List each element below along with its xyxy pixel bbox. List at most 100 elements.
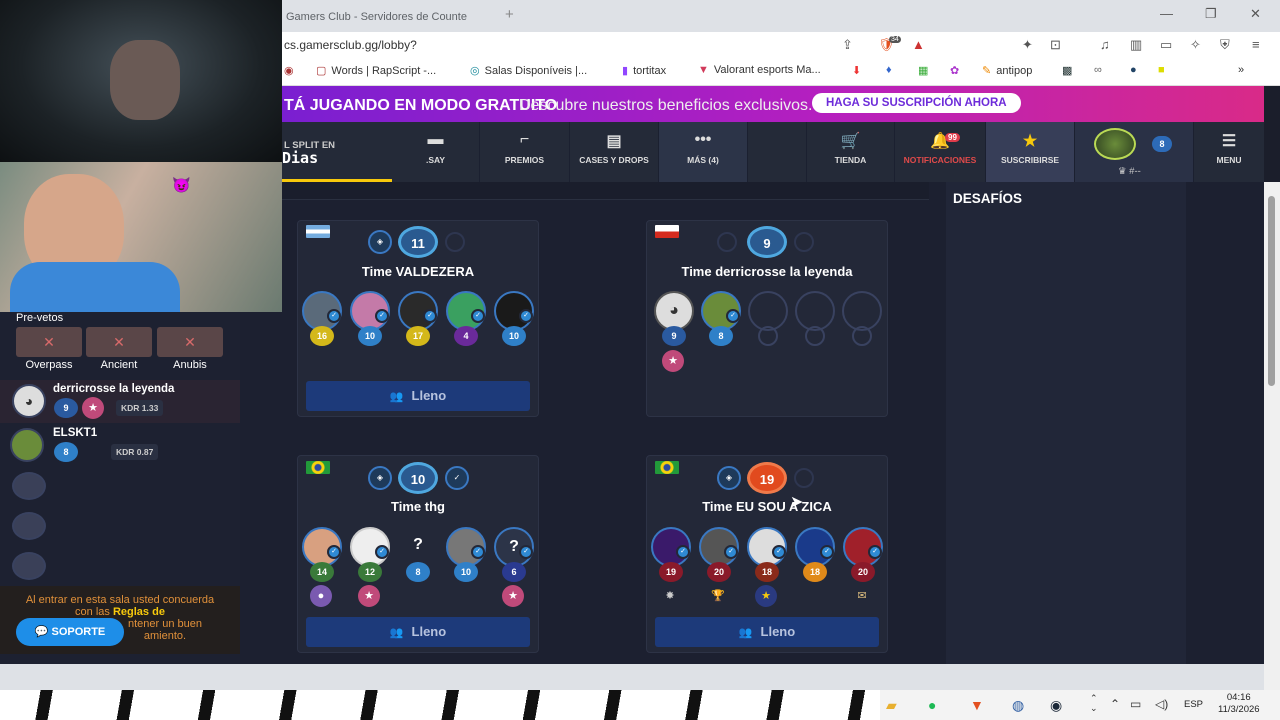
player-level: 12 bbox=[358, 562, 382, 582]
close-icon[interactable]: ✕ bbox=[1250, 6, 1261, 22]
language-indicator[interactable]: ESP bbox=[1184, 699, 1203, 710]
tray-chevrons-icon[interactable]: ⌃ ⌄ bbox=[1090, 693, 1098, 713]
minimize-icon[interactable]: — bbox=[1160, 6, 1173, 21]
bookmark-item[interactable]: ▼ Valorant esports Ma... bbox=[698, 64, 821, 76]
bookmark-icon[interactable]: ✿ bbox=[950, 64, 964, 77]
dots-icon: ••• bbox=[694, 131, 712, 148]
full-button[interactable]: 👥 Lleno bbox=[306, 617, 530, 647]
vpn-icon[interactable]: ⛨ bbox=[1220, 37, 1230, 53]
wallet-icon[interactable]: ▭ bbox=[1160, 37, 1172, 53]
full-button[interactable]: 👥 Lleno bbox=[306, 381, 530, 411]
bookmark-item[interactable]: ▢ Words | RapScript -... bbox=[316, 64, 436, 77]
nav-notificaciones[interactable]: 🔔 NOTIFICACIONES bbox=[895, 122, 986, 182]
sidebar-icon[interactable]: ▥ bbox=[1130, 37, 1142, 53]
nav-label: SUSCRIBIRSE bbox=[1000, 155, 1060, 165]
file-explorer-icon[interactable]: ▰ bbox=[886, 697, 897, 714]
devil-emoji-icon: 😈 bbox=[172, 177, 191, 194]
rewards-icon[interactable]: ▲ bbox=[912, 37, 925, 52]
player-level: 9 bbox=[662, 326, 686, 346]
verified-icon: ✓ bbox=[868, 545, 882, 559]
webcam-overlay-top bbox=[0, 0, 282, 162]
nav-tienda[interactable]: 🛒 TIENDA bbox=[807, 122, 895, 182]
webcam-overlay-bottom bbox=[0, 162, 282, 322]
nav-menu[interactable]: ☰ MENU bbox=[1194, 122, 1264, 182]
empty-player-slot[interactable] bbox=[12, 512, 46, 540]
nav-suscribirse[interactable]: ★ SUSCRIBIRSE bbox=[986, 122, 1075, 182]
network-icon[interactable]: ▭ bbox=[1130, 697, 1141, 711]
bookmarks-more[interactable]: » bbox=[1238, 64, 1244, 76]
team-level: 10 bbox=[398, 462, 438, 494]
scrollbar-thumb[interactable] bbox=[1268, 196, 1275, 386]
medal-icon: ✸ bbox=[665, 590, 675, 602]
screenshot-icon[interactable]: ⊡ bbox=[1050, 37, 1061, 53]
browser-menu-icon[interactable]: ≡ bbox=[1252, 37, 1260, 52]
app-icon[interactable]: ◍ bbox=[1012, 697, 1024, 714]
url-field[interactable]: cs.gamersclub.gg/lobby? bbox=[284, 38, 417, 52]
media-icon[interactable]: ♫ bbox=[1100, 37, 1110, 52]
map-veto-anubis[interactable]: ✕ bbox=[157, 327, 223, 357]
empty-slot[interactable] bbox=[748, 291, 788, 331]
map-veto-overpass[interactable]: ✕ bbox=[16, 327, 82, 357]
verified-icon: ✓ bbox=[519, 545, 533, 559]
empty-player-slot[interactable] bbox=[12, 552, 46, 580]
empty-slot[interactable] bbox=[842, 291, 882, 331]
team-badge: ◈ bbox=[368, 230, 392, 254]
owl-avatar[interactable]: ◕ bbox=[654, 291, 694, 331]
bookmark-icon[interactable]: ▦ bbox=[918, 64, 933, 77]
chest-icon: ▤ bbox=[606, 133, 622, 150]
verified-icon: ✓ bbox=[471, 545, 485, 559]
support-button[interactable]: 💬 SOPORTE bbox=[16, 618, 124, 646]
time: 04:16 bbox=[1226, 692, 1251, 703]
rules-link[interactable]: Reglas de bbox=[113, 606, 165, 618]
player-level: 17 bbox=[406, 326, 430, 346]
nav-cases[interactable]: ▤ CASES Y DROPS bbox=[570, 122, 659, 182]
team-badge bbox=[445, 232, 465, 252]
profile-avatar[interactable] bbox=[1094, 128, 1136, 160]
medal-icon: ★ bbox=[358, 585, 380, 607]
map-veto-ancient[interactable]: ✕ bbox=[86, 327, 152, 357]
bookmark-icon[interactable]: ♦ bbox=[886, 64, 897, 76]
full-label: Lleno bbox=[411, 388, 447, 403]
player-name: ELSKT1 bbox=[53, 427, 98, 439]
subscribe-now-button[interactable]: HAGA SU SUSCRIPCIÓN AHORA bbox=[812, 93, 1021, 113]
bookmark-item[interactable]: ◎ Salas Disponíveis |... bbox=[470, 64, 587, 77]
bookmark-icon[interactable]: ● bbox=[1130, 64, 1142, 76]
steam-icon[interactable]: ◉ bbox=[1050, 697, 1062, 714]
restore-icon[interactable]: ❐ bbox=[1205, 6, 1217, 22]
bookmark-icon[interactable]: ∞ bbox=[1094, 64, 1107, 76]
spotify-icon[interactable]: ● bbox=[928, 697, 936, 713]
brave-icon[interactable]: ▼ bbox=[970, 697, 984, 713]
bookmark-download-icon[interactable]: ⬇ bbox=[852, 64, 866, 77]
share-icon[interactable]: ⇪ bbox=[842, 37, 853, 53]
tray-up-icon[interactable]: ⌃ bbox=[1110, 697, 1120, 711]
bookmark-globe-icon[interactable]: ◉ bbox=[284, 64, 299, 77]
browser-tab[interactable]: Gamers Club - Servidores de Counte bbox=[282, 4, 494, 32]
full-button[interactable]: 👥 Lleno bbox=[655, 617, 879, 647]
extensions-icon[interactable]: ✦ bbox=[1022, 37, 1033, 53]
chat-icon: ▬ bbox=[427, 131, 444, 148]
empty-player-slot[interactable] bbox=[12, 472, 46, 500]
player-level: 16 bbox=[310, 326, 334, 346]
bookmark-icon[interactable]: ■ bbox=[1158, 64, 1170, 76]
player-level: 20 bbox=[707, 562, 731, 582]
clock[interactable]: 04:16 11/3/2026 bbox=[1218, 692, 1260, 716]
verified-icon: ✓ bbox=[772, 545, 786, 559]
volume-icon[interactable]: ◁) bbox=[1155, 697, 1168, 711]
profile-level-badge: 8 bbox=[1152, 136, 1172, 152]
nav-say[interactable]: ▬ .SAY bbox=[392, 122, 480, 182]
nav-more[interactable]: ••• MÁS (4) bbox=[659, 122, 748, 182]
empty-slot[interactable] bbox=[795, 291, 835, 331]
kdr-badge: KDR 1.33 bbox=[116, 400, 164, 416]
leo-icon[interactable]: ✧ bbox=[1190, 37, 1201, 53]
team-level: 11 bbox=[398, 226, 438, 258]
empty-level bbox=[852, 326, 872, 346]
unknown-avatar[interactable]: ? bbox=[398, 527, 438, 567]
verified-icon: ✓ bbox=[724, 545, 738, 559]
nav-premios[interactable]: ⌐ PREMIOS bbox=[480, 122, 570, 182]
bookmark-item[interactable]: ✎ antipop bbox=[982, 64, 1032, 77]
bookmark-icon[interactable]: ▩ bbox=[1062, 64, 1077, 77]
team-badge bbox=[794, 468, 814, 488]
new-tab-button[interactable]: + bbox=[505, 6, 514, 23]
bookmark-item[interactable]: ▮ tortitax bbox=[622, 64, 666, 77]
verified-icon: ✓ bbox=[676, 545, 690, 559]
